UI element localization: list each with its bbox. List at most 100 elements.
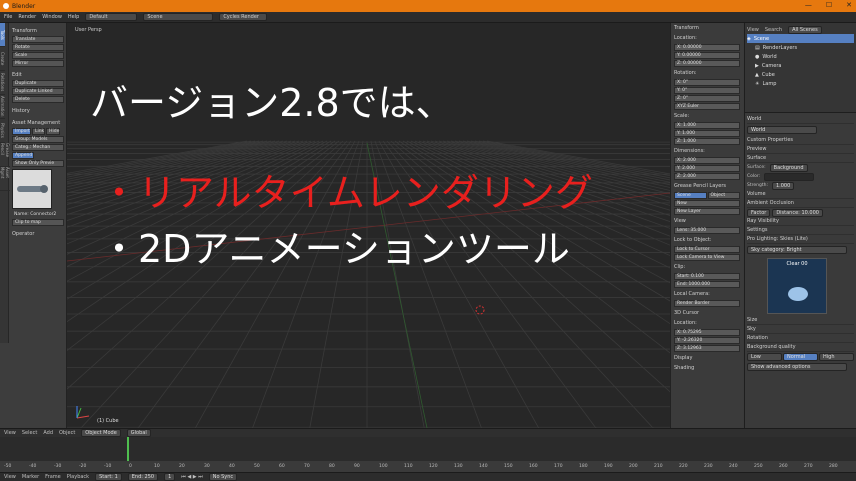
timeline-marker-menu[interactable]: Marker <box>22 474 39 480</box>
sky-rotation-field[interactable]: Rotation <box>747 334 854 343</box>
display-header[interactable]: Display <box>671 353 743 363</box>
cursor-y-field[interactable]: Y: -2.26320 <box>674 337 740 344</box>
clip-start-field[interactable]: Start: 0.100 <box>674 273 740 280</box>
timeline-view-menu[interactable]: View <box>4 474 16 480</box>
outliner-item-renderlayers[interactable]: ▤ RenderLayers <box>747 43 854 52</box>
clip-to-map-button[interactable]: Clip to map <box>12 219 64 226</box>
minimize-icon[interactable]: — <box>805 1 812 9</box>
operator-section-header[interactable]: Operator <box>10 229 66 238</box>
scale-button[interactable]: Scale <box>12 52 64 59</box>
asset-management-header[interactable]: Asset Management <box>10 118 66 127</box>
cursor-z-field[interactable]: Z: 3.12963 <box>674 345 740 352</box>
edit-section-header[interactable]: Edit <box>10 70 66 79</box>
outliner-item-lamp[interactable]: ☀ Lamp <box>747 79 854 88</box>
screen-selector[interactable]: Default <box>85 13 138 21</box>
location-y-field[interactable]: Y: 0.00000 <box>674 52 740 59</box>
menu-file[interactable]: File <box>4 14 12 20</box>
maximize-icon[interactable]: ☐ <box>826 1 832 9</box>
outliner-item-scene[interactable]: ◈ Scene <box>747 34 854 43</box>
object-menu[interactable]: Object <box>59 430 75 436</box>
delete-button[interactable]: Delete <box>12 96 64 103</box>
sky-preview-thumbnail[interactable]: Clear 00 <box>767 258 827 314</box>
asset-import-button[interactable]: Import <box>12 128 31 135</box>
tab-physics[interactable]: Physics <box>0 119 5 143</box>
ambient-occlusion-panel[interactable]: Ambient Occlusion <box>747 199 854 208</box>
world-color-swatch[interactable] <box>764 172 815 181</box>
volume-panel[interactable]: Volume <box>747 190 854 199</box>
scale-x-field[interactable]: X: 1.000 <box>674 122 740 129</box>
location-z-field[interactable]: Z: 0.00000 <box>674 60 740 67</box>
menu-window[interactable]: Window <box>42 14 62 20</box>
asset-link-button[interactable]: Link <box>31 128 46 135</box>
sky-sky-field[interactable]: Sky <box>747 325 854 334</box>
tab-relations[interactable]: Relations <box>0 71 5 95</box>
bg-quality-low[interactable]: Low <box>747 352 782 361</box>
mode-select[interactable]: Object Mode <box>81 429 121 437</box>
tab-tools[interactable]: Tools <box>0 23 5 47</box>
view-menu[interactable]: View <box>4 430 16 436</box>
history-section-header[interactable]: History <box>10 106 66 115</box>
scale-y-field[interactable]: Y: 1.000 <box>674 130 740 137</box>
current-frame-field[interactable]: 1 <box>164 473 176 481</box>
outliner-search-menu[interactable]: Search <box>765 27 782 33</box>
asset-category-select[interactable]: Categ.: Mechan <box>12 144 64 151</box>
shading-header[interactable]: Shading <box>671 363 743 373</box>
frame-start-field[interactable]: Start: 1 <box>95 473 122 481</box>
strength-field[interactable]: 1.000 <box>771 181 795 190</box>
outliner-item-camera[interactable]: ▶ Camera <box>747 61 854 70</box>
sky-size-field[interactable]: Size <box>747 316 854 325</box>
tab-animation[interactable]: Animation <box>0 95 5 119</box>
outliner-view-menu[interactable]: View <box>747 27 759 33</box>
playback-controls-icon[interactable]: ⏮ ◀ ▶ ⏭ <box>181 474 202 480</box>
scale-z-field[interactable]: Z: 1.000 <box>674 138 740 145</box>
mirror-button[interactable]: Mirror <box>12 60 64 67</box>
add-menu[interactable]: Add <box>43 430 53 436</box>
transform-orientation-select[interactable]: Global <box>126 429 151 437</box>
ao-distance-field[interactable]: Distance: 10.000 <box>772 208 823 217</box>
rotate-button[interactable]: Rotate <box>12 44 64 51</box>
outliner-item-cube[interactable]: ▲ Cube <box>747 70 854 79</box>
asset-preview-thumbnail[interactable] <box>12 169 52 209</box>
surface-select[interactable]: Background <box>769 163 808 172</box>
tab-asset-management[interactable]: Asset Mgmt <box>0 167 10 191</box>
ray-visibility-panel[interactable]: Ray Visibility <box>747 217 854 226</box>
tab-grease-pencil[interactable]: Grease Pencil <box>0 143 10 167</box>
asset-append-toggle[interactable]: Append <box>12 152 34 159</box>
rotation-x-field[interactable]: X: 0° <box>674 79 740 86</box>
render-border-checkbox[interactable]: Render Border <box>674 300 740 307</box>
outliner-item-world[interactable]: ● World <box>747 52 854 61</box>
outliner-display-select[interactable]: All Scenes <box>788 25 822 34</box>
bg-quality-high[interactable]: High <box>819 352 854 361</box>
bg-quality-normal[interactable]: Normal <box>783 352 818 361</box>
dimension-x-field[interactable]: X: 2.000 <box>674 157 740 164</box>
scene-selector[interactable]: Scene <box>143 13 214 21</box>
cursor-x-field[interactable]: X: 0.75295 <box>674 329 740 336</box>
timeline-frame-menu[interactable]: Frame <box>45 474 61 480</box>
settings-panel[interactable]: Settings <box>747 226 854 235</box>
3d-cursor-header[interactable]: 3D Cursor <box>671 308 743 318</box>
select-menu[interactable]: Select <box>22 430 37 436</box>
frame-end-field[interactable]: End: 250 <box>127 473 159 481</box>
custom-properties-panel[interactable]: Custom Properties <box>747 136 854 145</box>
sync-mode-select[interactable]: No Sync <box>208 473 238 481</box>
asset-hide-button[interactable]: Hide <box>46 128 61 135</box>
lock-to-cursor-checkbox[interactable]: Lock to Cursor <box>674 246 740 253</box>
tab-create[interactable]: Create <box>0 47 5 71</box>
gp-new-button[interactable]: New <box>674 200 740 207</box>
rotation-y-field[interactable]: Y: 0° <box>674 87 740 94</box>
timeline-editor[interactable]: -50 -40 -30 -20 -10 0 10 20 30 40 50 60 70 80 90 100 110… <box>0 437 856 472</box>
ao-factor-field[interactable]: Factor <box>747 208 771 217</box>
world-datablock-field[interactable]: World <box>747 126 817 134</box>
location-x-field[interactable]: X: 0.00000 <box>674 44 740 51</box>
rotation-mode-select[interactable]: XYZ Euler <box>674 103 740 110</box>
transform-section-header[interactable]: Transform <box>10 26 66 35</box>
clip-end-field[interactable]: End: 1000.000 <box>674 281 740 288</box>
grease-pencil-header[interactable]: Grease Pencil Layers <box>671 181 743 191</box>
preview-panel[interactable]: Preview <box>747 145 854 154</box>
render-engine-selector[interactable]: Cycles Render <box>219 13 268 21</box>
duplicate-button[interactable]: Duplicate <box>12 80 64 87</box>
dimension-z-field[interactable]: Z: 2.000 <box>674 173 740 180</box>
menu-help[interactable]: Help <box>68 14 79 20</box>
lock-camera-checkbox[interactable]: Lock Camera to View <box>674 254 740 261</box>
gp-object-tab[interactable]: Object <box>707 192 740 199</box>
